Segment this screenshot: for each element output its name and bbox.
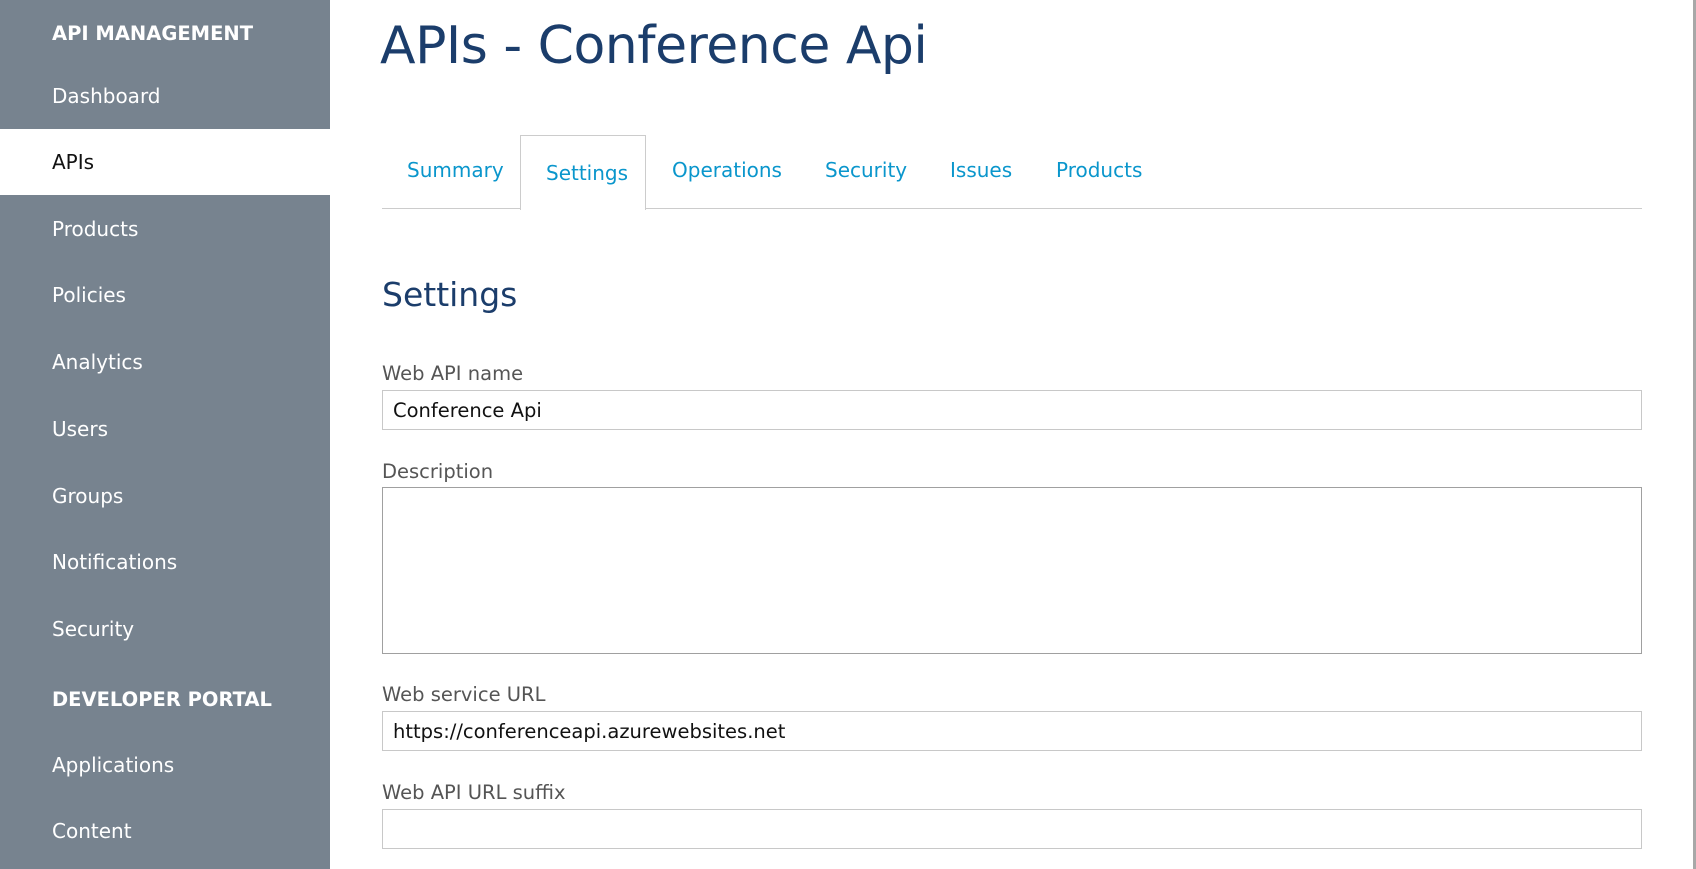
description-label: Description <box>382 460 494 483</box>
web-api-url-suffix-label: Web API URL suffix <box>382 781 566 804</box>
sidebar-item-groups[interactable]: Groups <box>0 463 330 529</box>
sidebar-item-users[interactable]: Users <box>0 396 330 462</box>
description-textarea[interactable] <box>382 487 1642 654</box>
sidebar-item-apis[interactable]: APIs <box>0 129 330 195</box>
tab-security[interactable]: Security <box>825 158 907 182</box>
tab-settings[interactable]: Settings <box>546 161 628 185</box>
tab-summary[interactable]: Summary <box>407 158 504 182</box>
tab-operations[interactable]: Operations <box>672 158 782 182</box>
tab-products[interactable]: Products <box>1056 158 1142 182</box>
sidebar-section-developer-portal: DEVELOPER PORTAL <box>52 687 272 711</box>
sidebar-item-analytics[interactable]: Analytics <box>0 329 330 395</box>
sidebar-item-products[interactable]: Products <box>0 196 330 262</box>
web-api-name-input[interactable]: Conference Api <box>382 390 1642 430</box>
sidebar-item-notifications[interactable]: Notifications <box>0 529 330 595</box>
sidebar-item-content[interactable]: Content <box>0 798 330 864</box>
web-api-name-label: Web API name <box>382 362 524 385</box>
web-service-url-input[interactable]: https://conferenceapi.azurewebsites.net <box>382 711 1642 751</box>
sidebar-item-policies[interactable]: Policies <box>0 262 330 328</box>
web-service-url-label: Web service URL <box>382 683 546 706</box>
sidebar-item-applications[interactable]: Applications <box>0 732 330 798</box>
section-heading: Settings <box>382 275 518 314</box>
sidebar-item-dashboard[interactable]: Dashboard <box>0 63 330 129</box>
web-api-url-suffix-input[interactable] <box>382 809 1642 849</box>
page-title: APIs - Conference Api <box>380 16 928 76</box>
sidebar-section-api-management: API MANAGEMENT <box>52 21 254 45</box>
sidebar: API MANAGEMENT Dashboard APIs Products P… <box>0 0 330 869</box>
sidebar-item-security[interactable]: Security <box>0 596 330 662</box>
tab-issues[interactable]: Issues <box>950 158 1012 182</box>
